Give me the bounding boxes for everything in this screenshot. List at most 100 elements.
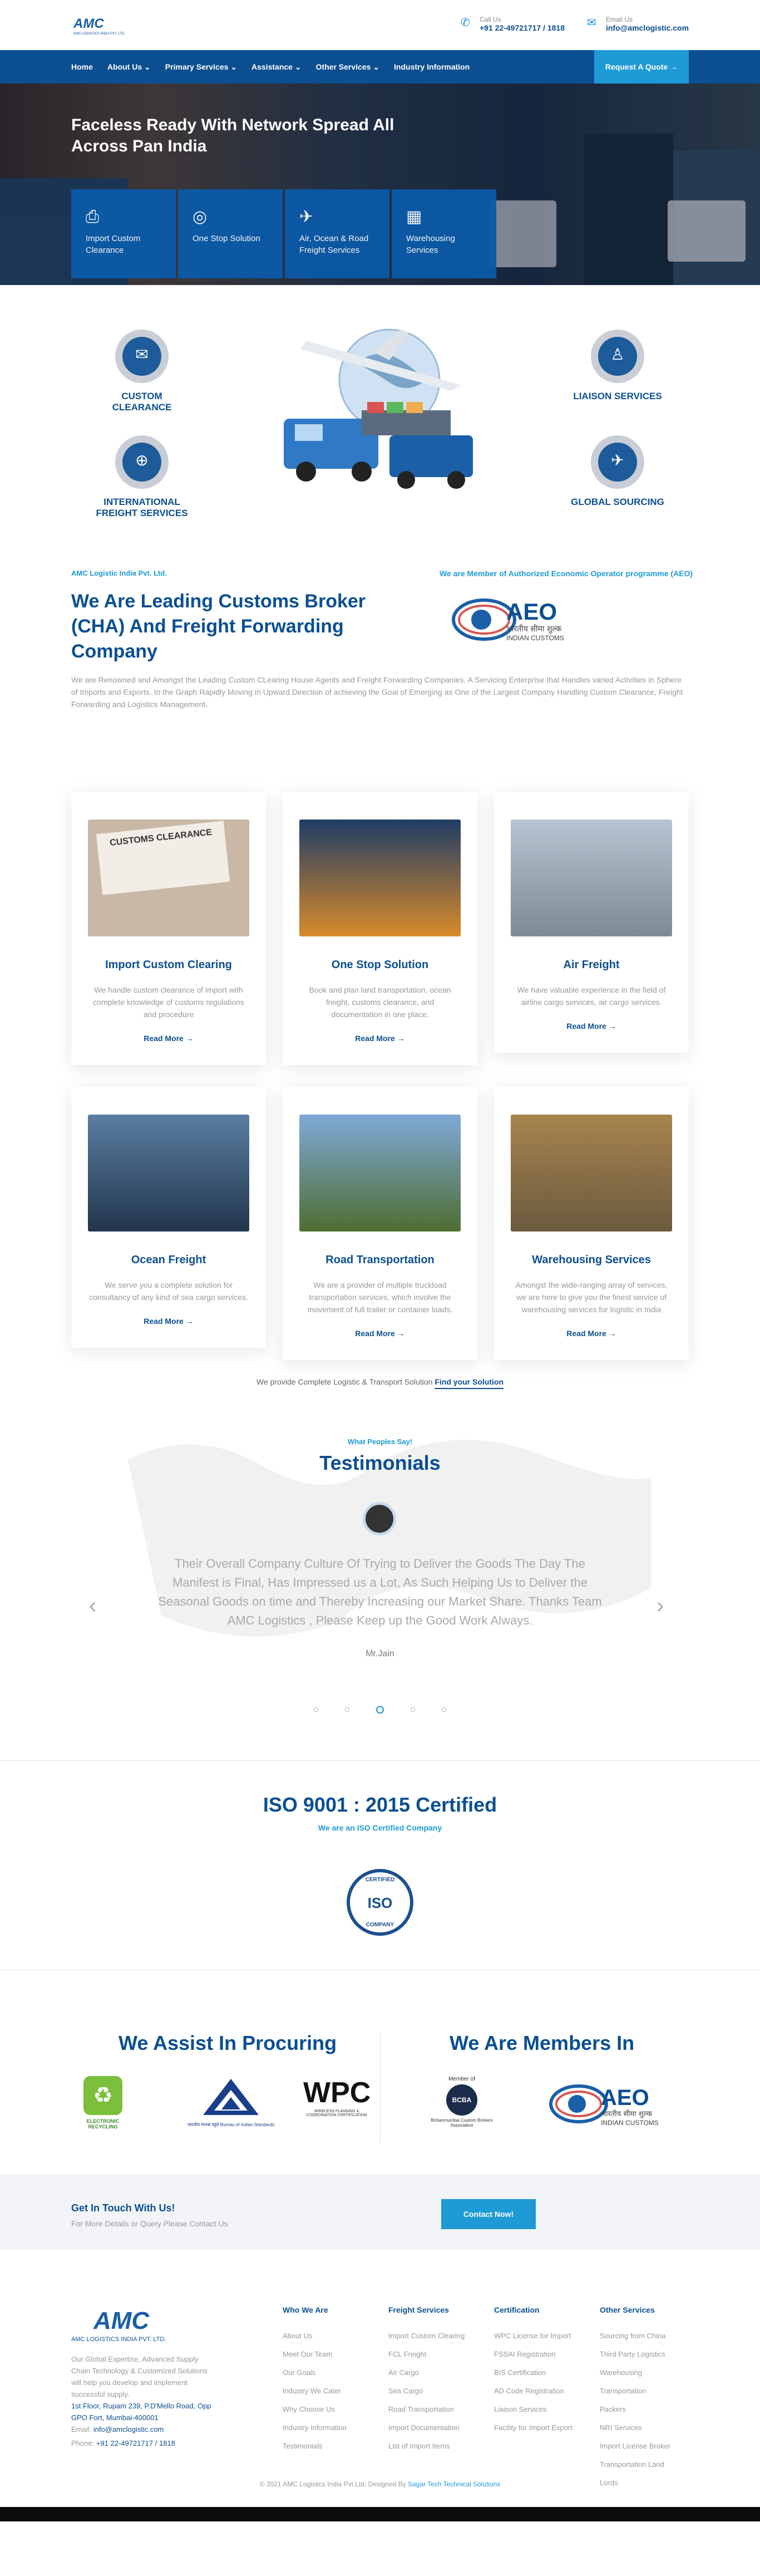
badge-global-sourcing[interactable]: ✈ GLOBAL SOURCING xyxy=(570,435,665,508)
nav-primary-services[interactable]: Primary Services ⌄ xyxy=(165,62,237,72)
footer-link[interactable]: Our Goals xyxy=(283,2363,388,2382)
footer-link[interactable]: Transportation Land xyxy=(600,2455,689,2474)
members-title: We Are Members In xyxy=(450,2032,635,2054)
iso-section: ISO 9001 : 2015 Certified We are an ISO … xyxy=(0,1761,760,1970)
read-more-link[interactable]: Read More → xyxy=(511,1022,672,1031)
footer-col-other-services: Other Services Sourcing from China Third… xyxy=(600,2305,689,2492)
svg-text:भारतीय सीमा शुल्क: भारतीय सीमा शुल्क xyxy=(506,624,562,634)
footer-link[interactable]: About Us xyxy=(283,2327,388,2345)
footer-link[interactable]: Sourcing from China xyxy=(600,2327,689,2345)
badge-international-freight[interactable]: ⊕ INTERNATIONAL FREIGHT SERVICES xyxy=(95,435,189,519)
footer-phone-link[interactable]: +91 22-49721717 / 1818 xyxy=(96,2439,175,2447)
read-more-link[interactable]: Read More → xyxy=(299,1329,461,1338)
chevron-right-icon[interactable]: › xyxy=(657,1593,664,1618)
testimonial-quote: Their Overall Company Culture Of Trying … xyxy=(158,1557,602,1627)
footer-link[interactable]: Meet Our Team xyxy=(283,2345,388,2363)
about-title: We Are Leading Customs Broker (CHA) And … xyxy=(71,591,366,662)
aeo-logo: AEO भारतीय सीमा शुल्क INDIAN CUSTOMS xyxy=(452,598,564,642)
carousel-dot[interactable] xyxy=(410,1707,415,1713)
footer-link[interactable]: Packers xyxy=(600,2400,689,2418)
contact-now-button[interactable]: Contact Now! xyxy=(441,2199,536,2229)
footer-link[interactable]: Sea Cargo xyxy=(388,2382,494,2400)
footer-contact: Email: info@amclogistic.com Phone: +91 2… xyxy=(71,2425,175,2447)
warehouse-icon: ▦ xyxy=(406,208,422,226)
footer-link[interactable]: Transportation xyxy=(600,2382,689,2400)
read-more-link[interactable]: Read More → xyxy=(511,1329,672,1338)
envelope-icon: ✉ xyxy=(586,17,596,29)
clipboard-icon: ⎙ xyxy=(86,208,99,226)
designer-link[interactable]: Sagar Tech Technical Solutions xyxy=(408,2480,500,2488)
footer-link[interactable]: Third Party Logistics xyxy=(600,2345,689,2363)
footer-link[interactable]: Warehousing xyxy=(600,2363,689,2382)
footer-link[interactable]: WPC License for Import xyxy=(494,2327,600,2345)
footer-link[interactable]: Industry Information xyxy=(283,2418,388,2437)
call-us[interactable]: ✆ Call Us +91 22-49721717 / 1818 xyxy=(461,16,565,32)
footer-logo[interactable]: AMC AMC LOGISTICS INDIA PVT. LTD. xyxy=(71,2305,194,2344)
iso-seal-icon: CERTIFIED ISO COMPANY xyxy=(347,1869,413,1936)
carousel-dot-active[interactable] xyxy=(376,1706,384,1714)
footer-link[interactable]: NRI Services xyxy=(600,2418,689,2437)
svg-text:AEO: AEO xyxy=(506,598,557,625)
footer-link[interactable]: Testimonials xyxy=(283,2437,388,2455)
service-badges-section: ✉ CUSTOM CLEARANCE ⊕ INTERNATIONAL FREIG… xyxy=(0,285,760,569)
nav-assistance[interactable]: Assistance ⌄ xyxy=(251,62,302,72)
footer-link[interactable]: Industry We Cater xyxy=(283,2382,388,2400)
company-logo[interactable]: AMC AMC LOGISTICS INDIA PVT. LTD. xyxy=(71,14,132,37)
phone-icon: ✆ xyxy=(461,17,470,29)
card-image xyxy=(88,1115,249,1231)
hero-box-import-custom-clearance[interactable]: ⎙ Import Custom Clearance xyxy=(71,189,176,278)
nav-home[interactable]: Home xyxy=(71,62,93,71)
carousel-dot[interactable] xyxy=(314,1707,319,1713)
about-text: We are Renowned and Amongst the Leading … xyxy=(71,675,683,709)
footer-link[interactable]: BIS Certification xyxy=(494,2363,600,2382)
iso-subtitle: We are an ISO Certified Company xyxy=(318,1823,442,1832)
read-more-link[interactable]: Read More → xyxy=(88,1034,249,1043)
nav-about-us[interactable]: About Us ⌄ xyxy=(107,62,151,72)
chevron-left-icon[interactable]: ‹ xyxy=(89,1593,96,1618)
footer-link[interactable]: Import Documentation xyxy=(388,2418,494,2437)
footer-link[interactable]: Import License Broker xyxy=(600,2437,689,2455)
hero-box-freight-services[interactable]: ✈ Air, Ocean & Road Freight Services xyxy=(285,189,389,278)
aeo-tag: We are Member of Authorized Economic Ope… xyxy=(440,569,693,578)
carousel-dot[interactable] xyxy=(441,1707,446,1713)
procure-title: We Assist In Procuring xyxy=(119,2032,337,2054)
svg-text:INDIAN CUSTOMS: INDIAN CUSTOMS xyxy=(601,2119,659,2127)
footer-link[interactable]: Import Custom Clearing xyxy=(388,2327,494,2345)
carousel-dot[interactable] xyxy=(345,1707,350,1713)
footer-link[interactable]: List of Import Items xyxy=(388,2437,494,2455)
svg-text:भारतीय सीमा शुल्क: भारतीय सीमा शुल्क xyxy=(601,2109,653,2118)
hero-title: Faceless Ready With Network Spread All A… xyxy=(71,116,394,155)
wpc-logo: WPC WIRELESS PLANNING & COORDINATION CER… xyxy=(303,2077,371,2117)
nav-other-services[interactable]: Other Services ⌄ xyxy=(316,62,379,72)
footer-link[interactable]: AD Code Registration xyxy=(494,2382,600,2400)
footer-email-link[interactable]: info@amclogistic.com xyxy=(93,2425,164,2433)
footer-address: 1st Floor, Rupam 239, P.D'Mello Road, Op… xyxy=(71,2402,211,2422)
footer-link[interactable]: FCL Freight xyxy=(388,2345,494,2363)
footer-link[interactable]: Facility for Import Export xyxy=(494,2418,600,2437)
footer-link[interactable]: Air Cargo xyxy=(388,2363,494,2382)
email-us[interactable]: ✉ Email Us info@amclogistic.com xyxy=(587,16,689,32)
nav-industry-information[interactable]: Industry Information xyxy=(394,62,470,71)
hero-box-one-stop-solution[interactable]: ◎ One Stop Solution xyxy=(178,189,283,278)
read-more-link[interactable]: Read More → xyxy=(88,1317,249,1326)
request-quote-button[interactable]: Request A Quote → xyxy=(594,50,689,84)
footer-col-freight-services: Freight Services Import Custom Clearing … xyxy=(388,2305,494,2455)
read-more-link[interactable]: Read More → xyxy=(299,1034,461,1043)
footer-link[interactable]: Why Choose Us xyxy=(283,2400,388,2418)
get-in-touch-band: Get In Touch With Us! For More Details o… xyxy=(0,2175,760,2250)
touch-title: Get In Touch With Us! xyxy=(71,2202,175,2214)
find-solution-link[interactable]: Find your Solution xyxy=(435,1377,504,1389)
globe-hand-icon: ◎ xyxy=(193,208,208,226)
footer-link[interactable]: Road Transportation xyxy=(388,2400,494,2418)
iso-title: ISO 9001 : 2015 Certified xyxy=(263,1793,497,1816)
card-image xyxy=(511,1115,672,1231)
testimonials-tag: What Peoples Say! xyxy=(347,1437,413,1446)
stamp-icon: ✉ xyxy=(135,346,149,363)
footer-link[interactable]: Liaison Services xyxy=(494,2400,600,2418)
badge-custom-clearance[interactable]: ✉ CUSTOM CLEARANCE xyxy=(95,330,189,413)
badge-liaison-services[interactable]: ♙ LIAISON SERVICES xyxy=(570,330,665,402)
hero-box-warehousing[interactable]: ▦ Warehousing Services xyxy=(392,189,496,278)
testimonial-author: Mr.Jain xyxy=(366,1649,394,1659)
footer-link[interactable]: FSSAI Registration xyxy=(494,2345,600,2363)
card-import-custom-clearing: CUSTOMS CLEARANCE Import Custom Clearing… xyxy=(71,792,266,1065)
